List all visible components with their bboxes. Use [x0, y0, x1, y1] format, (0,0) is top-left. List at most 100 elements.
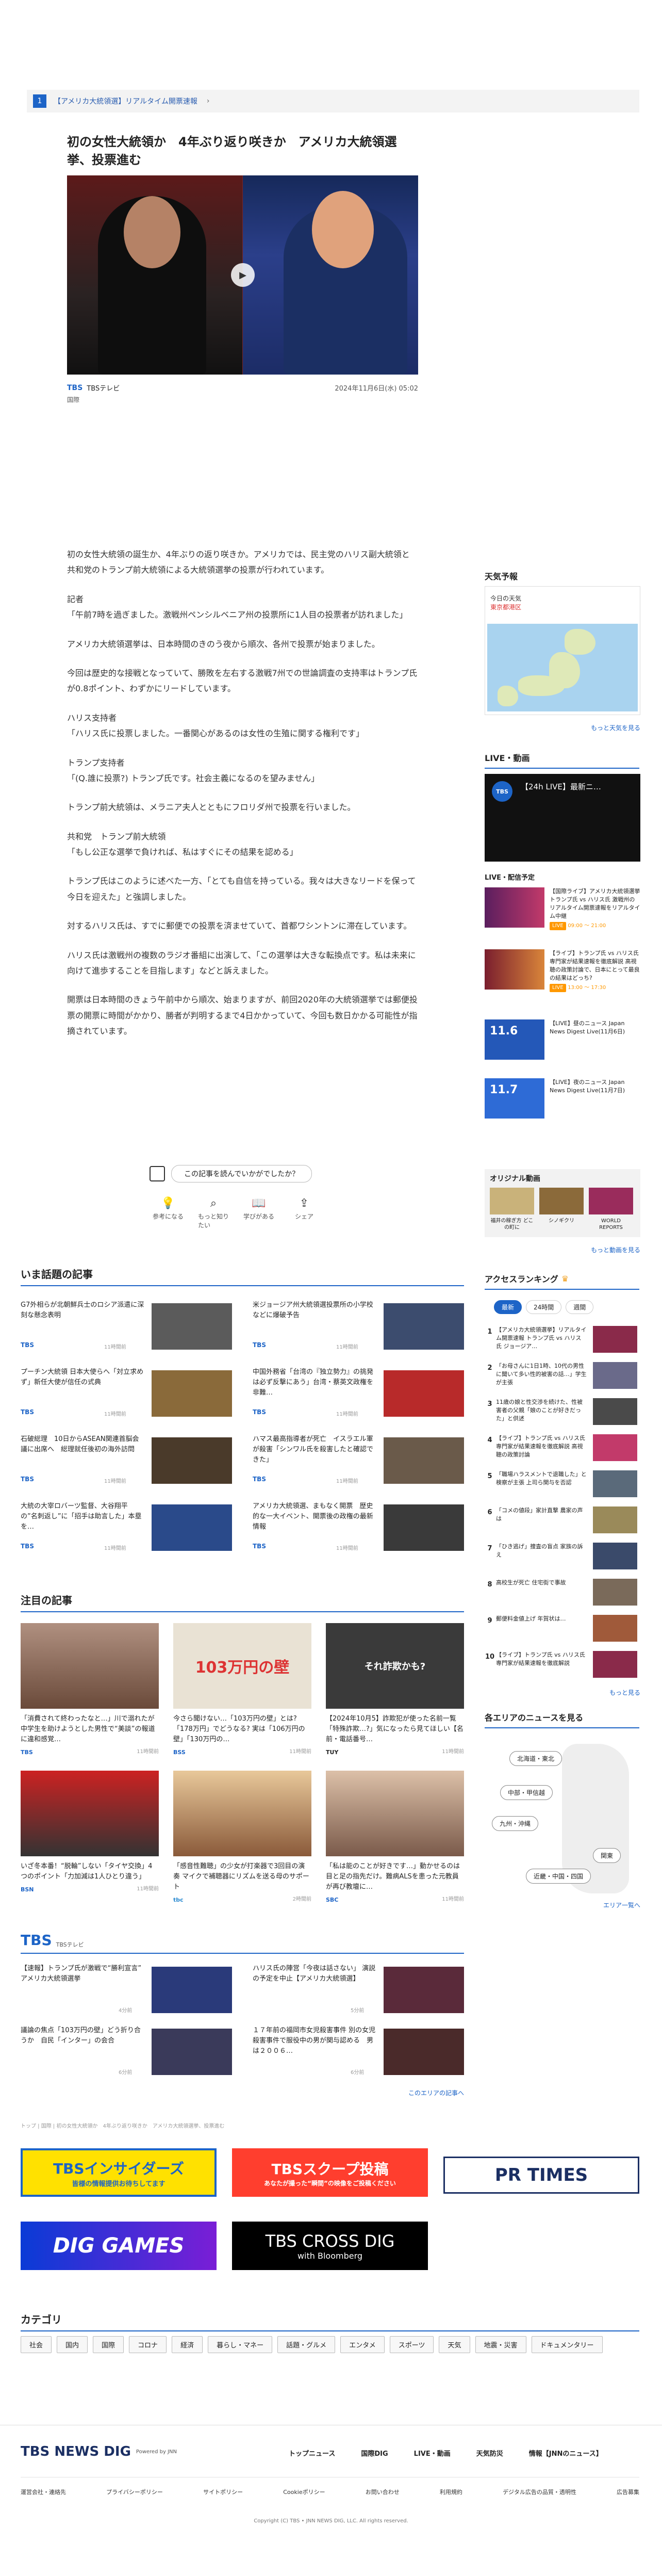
- footer-nav-item[interactable]: 国際DIG: [361, 2448, 388, 2458]
- featured-card[interactable]: いざ冬本番！“脱輪”しない「タイヤ交換」4つのポイント「力加減は1人ひとり違う」…: [21, 1771, 159, 1893]
- area-kanto[interactable]: 関東: [593, 1848, 621, 1863]
- featured-grid: 「消費されて終わったなと…」川で溺れたが中学生を助けようとした男性で“美談”の報…: [21, 1623, 464, 1912]
- category-tag[interactable]: ドキュメンタリー: [531, 2336, 603, 2353]
- article-pager[interactable]: 1 【アメリカ大統領選】リアルタイム開票速報 ›: [27, 90, 639, 112]
- banner-scoop[interactable]: TBSスクープ投稿 あなたが撮った“瞬間”の映像をご投稿ください: [232, 2148, 428, 2197]
- feedback-button[interactable]: この記事を読んでいかがでしたか？: [171, 1165, 312, 1182]
- original-thumb[interactable]: [490, 1188, 534, 1214]
- tbs-item[interactable]: 議論の焦点「103万円の壁」どう折り合うか 自民「インター」の会合 6分前: [21, 2026, 232, 2082]
- schedule-item[interactable]: 【ライブ】トランプ氏 vs ハリス氏 専門家が結果速報を徹底解説 高視聴の政策討…: [485, 949, 640, 993]
- weather-more-link[interactable]: もっと天気を見る: [485, 723, 640, 732]
- ranking-more-link[interactable]: もっと見る: [485, 1688, 640, 1697]
- ranking-item[interactable]: 6 「コメの値段」家計直撃 農家の声は: [485, 1506, 639, 1538]
- tbs-item[interactable]: １７年前の福岡市女児殺害事件 別の女児殺害事件で服役中の男が関与認める 男は２０…: [253, 2026, 464, 2082]
- weather-map[interactable]: [487, 624, 638, 711]
- featured-card[interactable]: 「私は能のことが好きです…」動かせるのは目と足の指先だけ。難病ALSを患った元教…: [326, 1771, 464, 1903]
- schedule-item[interactable]: 11.7 【LIVE】夜のニュース Japan News Digest Live…: [485, 1078, 640, 1119]
- footer-nav-item[interactable]: トップニュース: [289, 2448, 335, 2458]
- footer-logo[interactable]: TBS NEWS DIG Powered by JNN: [21, 2444, 177, 2459]
- original-more-link[interactable]: もっと動画を見る: [485, 1245, 640, 1254]
- paragraph: ハリス支持者 「ハリス氏に投票しました。一番関心があるのは女性の生殖に関する権利…: [67, 712, 365, 739]
- tab-24h[interactable]: 24時間: [526, 1300, 562, 1314]
- ranking-item[interactable]: 1 【アメリカ大統領選挙】リアルタイム開票速報 トランプ氏 vs ハリス氏 ジョー…: [485, 1326, 639, 1358]
- category-tag[interactable]: 社会: [21, 2336, 52, 2353]
- hero-video[interactable]: ▶: [67, 175, 418, 375]
- category-tag[interactable]: 国際: [93, 2336, 124, 2353]
- category-tag[interactable]: スポーツ: [389, 2336, 434, 2353]
- ranking-item[interactable]: 5 「職場ハラスメントで退職した」と検察が主張 上司ら関与を否認: [485, 1470, 639, 1502]
- category-tag[interactable]: 暮らし・マネー: [208, 2336, 273, 2353]
- footer-link[interactable]: プライバシーポリシー: [106, 2488, 163, 2496]
- footer-link[interactable]: お問い合わせ: [366, 2488, 400, 2496]
- category-tag[interactable]: エンタメ: [340, 2336, 385, 2353]
- banner-cross-dig[interactable]: TBS CROSS DIG with Bloomberg: [232, 2222, 428, 2270]
- featured-card[interactable]: 「感音性難聴」の少女が打楽器で3回目の演奏 マイクで補聴器にリズムを送る母のサポ…: [173, 1771, 311, 1903]
- topic-item[interactable]: G7外相らが北朝鮮兵士のロシア派遣に深刻な懸念表明 TBS 11時間前: [21, 1300, 232, 1357]
- reaction-helpful[interactable]: 💡 参考になる: [153, 1197, 184, 1229]
- category-tag[interactable]: 国内: [57, 2336, 88, 2353]
- footer-link[interactable]: Cookieポリシー: [283, 2488, 325, 2496]
- area-more-link[interactable]: エリア一覧へ: [485, 1901, 640, 1909]
- pager-label[interactable]: 【アメリカ大統領選】リアルタイム開票速報: [54, 96, 197, 106]
- article-category[interactable]: 国際: [67, 395, 79, 404]
- ranking-item[interactable]: 2 「お母さんに1日1時、10代の男性に聞いて多い性的被害の話…」学生が主張: [485, 1362, 639, 1394]
- footer-link[interactable]: デジタル広告の品質・透明性: [503, 2488, 576, 2496]
- topic-item[interactable]: 中国外務省「台湾の『独立勢力』の挑発は必ず反撃にあう」台湾・蔡英文政権を非難… T…: [253, 1367, 464, 1424]
- paragraph: 開票は日本時間のきょう午前中から順次、始まりますが、前回2020年の大統領選挙で…: [67, 995, 418, 1036]
- topic-item[interactable]: 大統の大宰ロバーツ監督、大谷翔平の”名刺返し”に「招手は助言した」本塁を… TBS…: [21, 1501, 232, 1558]
- footer-link[interactable]: 運営会社・連絡先: [21, 2488, 66, 2496]
- topic-item[interactable]: プーチン大統領 日本大使らへ「対立求めず」新任大使が信任の式典 TBS 11時間前: [21, 1367, 232, 1424]
- footer-nav-item[interactable]: 天気防災: [476, 2448, 503, 2458]
- topic-item[interactable]: 米ジョージア州大統領選投票所の小学校などに爆破予告 TBS 11時間前: [253, 1300, 464, 1357]
- category-tag[interactable]: 地震・災害: [475, 2336, 526, 2353]
- live-video-title[interactable]: 【24h LIVE】最新ニ…: [521, 781, 601, 792]
- area-kinki[interactable]: 近畿・中国・四国: [526, 1869, 591, 1884]
- ranking-item[interactable]: 4 【ライブ】トランプ氏 vs ハリス氏 専門家が結果速報を徹底解説 高視聴の政策…: [485, 1434, 639, 1466]
- featured-card[interactable]: 「消費されて終わったなと…」川で溺れたが中学生を助けようとした男性で“美談”の報…: [21, 1623, 159, 1756]
- original-thumb[interactable]: [589, 1188, 633, 1214]
- schedule-item[interactable]: 【国際ライブ】アメリカ大統領選挙 トランプ氏 vs ハリス氏 激戦州のリアルタイ…: [485, 887, 640, 931]
- tbs-item[interactable]: ハリス氏の陣営「今夜は話さない」 演説の予定を中止【アメリカ大統領選】 5分前: [253, 1964, 464, 2020]
- play-icon[interactable]: ▶: [231, 263, 255, 287]
- paragraph: 対するハリス氏は、すでに郵便での投票を済ませていて、首都ワシントンに滞在していま…: [67, 921, 412, 931]
- reaction-share[interactable]: ⇪ シェア: [289, 1197, 320, 1229]
- footer-nav-item[interactable]: LIVE・動画: [414, 2448, 451, 2458]
- featured-card[interactable]: 103万円の壁 今さら聞けない…「103万円の壁」とは? 「178万円」でどうなる…: [173, 1623, 311, 1756]
- topic-item[interactable]: アメリカ大統領選、まもなく開票 歴史的な一大イベント、開票後の政権の最新情報 TB…: [253, 1501, 464, 1558]
- tbs-more-link[interactable]: このエリアの記事へ: [21, 2088, 464, 2097]
- featured-card[interactable]: それ詐欺かも? 【2024年10月5】詐欺犯が使った名前一覧「特殊詐欺…?」気にな…: [326, 1623, 464, 1756]
- tbs-logo-icon: TBS: [492, 781, 512, 802]
- topic-item[interactable]: ハマス最高指導者が死亡 イスラエル軍が殺害「シンワル氏を殺害したと確認できた」 T…: [253, 1434, 464, 1491]
- reaction-more[interactable]: ⌕ もっと知りたい: [198, 1197, 229, 1229]
- category-tag[interactable]: 話題・グルメ: [277, 2336, 336, 2353]
- footer-nav-item[interactable]: 情報【JNNのニュース】: [529, 2448, 603, 2458]
- breadcrumb[interactable]: トップ | 国際 | 初の女性大統領か 4年ぶり返り咲きか アメリカ大統領選挙、…: [21, 2121, 464, 2129]
- area-chubu[interactable]: 中部・甲信越: [500, 1785, 553, 1800]
- category-tag[interactable]: コロナ: [129, 2336, 167, 2353]
- live-player[interactable]: TBS 【24h LIVE】最新ニ…: [485, 774, 640, 862]
- ranking-item[interactable]: 10 【ライブ】トランプ氏 vs ハリス氏 専門家が結果速報を徹底解説: [485, 1651, 639, 1683]
- banner-prtimes[interactable]: PR TIMES: [443, 2157, 639, 2194]
- area-hokkaido-tohoku[interactable]: 北海道・東北: [509, 1751, 562, 1766]
- footer-link[interactable]: サイトポリシー: [203, 2488, 243, 2496]
- footer-link[interactable]: 利用規約: [440, 2488, 462, 2496]
- category-tag[interactable]: 経済: [172, 2336, 203, 2353]
- original-thumb[interactable]: [539, 1188, 584, 1214]
- topic-item[interactable]: 石破総理 10日からASEAN関連首脳会議に出席へ 総理就任後初の海外訪問 TBS…: [21, 1434, 232, 1491]
- ranking-item[interactable]: 8 高校生が死亡 住宅街で事故: [485, 1579, 639, 1611]
- ranking-item[interactable]: 7 「ひき逃げ」捜査の盲点 家族の訴え: [485, 1543, 639, 1575]
- banner-dig-games[interactable]: DIG GAMES: [21, 2222, 217, 2270]
- category-tag[interactable]: 天気: [439, 2336, 470, 2353]
- schedule-heading: LIVE・配信予定: [485, 874, 535, 882]
- tab-latest[interactable]: 最新: [494, 1300, 522, 1314]
- ranking-item[interactable]: 3 11歳の娘と性交渉を続けた、性被害者の父親「娘のことが好きだった」と供述: [485, 1398, 639, 1430]
- footer-link[interactable]: 広告募集: [617, 2488, 639, 2496]
- ranking-item[interactable]: 9 郵便料金値上げ 年賀状は…: [485, 1615, 639, 1647]
- area-kyushu[interactable]: 九州・沖縄: [492, 1816, 539, 1831]
- weather-widget[interactable]: 今日の天気 東京都港区: [485, 586, 640, 715]
- tbs-item[interactable]: 【速報】トランプ氏が激戦で“勝利宣言” アメリカ大統領選挙 4分前: [21, 1964, 232, 2020]
- banner-insiders[interactable]: TBSインサイダーズ 皆様の情報提供お待ちしてます: [21, 2148, 217, 2197]
- tab-weekly[interactable]: 週間: [566, 1300, 594, 1314]
- schedule-item[interactable]: 11.6 【LIVE】昼のニュース Japan News Digest Live…: [485, 1019, 640, 1060]
- reaction-learn[interactable]: 📖 学びがある: [243, 1197, 274, 1229]
